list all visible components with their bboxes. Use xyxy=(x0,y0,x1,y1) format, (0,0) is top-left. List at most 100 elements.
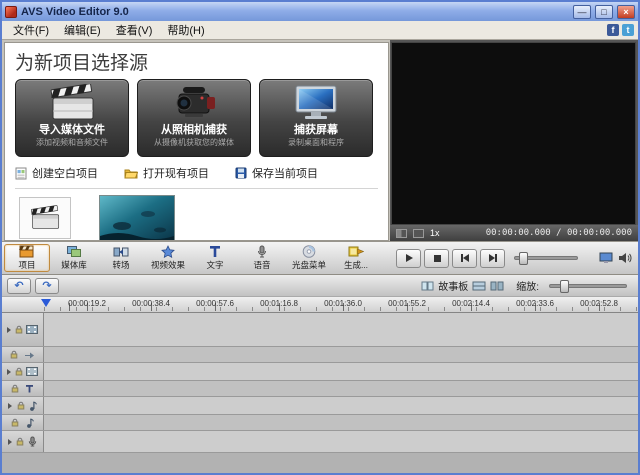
toolbar-button-label: 项目 xyxy=(18,259,35,271)
disc-menu-icon xyxy=(302,245,316,258)
music-track xyxy=(2,415,638,431)
previous-frame-icon xyxy=(460,253,470,263)
speaker-icon[interactable] xyxy=(618,252,632,264)
text-track-header[interactable] xyxy=(2,381,44,396)
audio-track-lane[interactable] xyxy=(44,397,638,414)
close-button[interactable]: × xyxy=(617,5,635,19)
expand-arrow-icon[interactable] xyxy=(7,327,11,333)
camcorder-icon xyxy=(171,82,217,124)
play-button[interactable] xyxy=(396,249,421,268)
storyboard-label: 故事板 xyxy=(438,278,468,293)
menu-edit[interactable]: 编辑(E) xyxy=(57,21,108,39)
video-track-header[interactable] xyxy=(2,313,44,346)
next-frame-button[interactable] xyxy=(480,249,505,268)
previous-frame-button[interactable] xyxy=(452,249,477,268)
toolbar-media-library-button[interactable]: 媒体库 xyxy=(51,244,97,272)
zoom-slider[interactable] xyxy=(549,284,627,288)
lock-icon[interactable] xyxy=(15,367,23,376)
voice-track-header[interactable] xyxy=(2,431,44,452)
screen-divide-icon[interactable] xyxy=(396,229,407,238)
voice-icon xyxy=(257,245,267,258)
save-project-link[interactable]: 保存当前项目 xyxy=(235,165,318,181)
transition-track-lane[interactable] xyxy=(44,347,638,362)
welcome-panel: 为新项目选择源 xyxy=(4,42,389,241)
transition-track-icon xyxy=(24,351,35,359)
minimize-button[interactable]: — xyxy=(573,5,591,19)
storyboard-toggle[interactable]: 故事板 xyxy=(421,278,468,293)
preview-status-bar: 1x 00:00:00.000 / 00:00:00.000 xyxy=(390,225,638,241)
storyboard-view-icon[interactable] xyxy=(490,281,504,291)
expand-arrow-icon[interactable] xyxy=(8,439,12,445)
fullscreen-icon[interactable] xyxy=(599,252,613,264)
lock-icon[interactable] xyxy=(10,350,18,359)
title-bar: AVS Video Editor 9.0 — □ × xyxy=(2,2,638,21)
play-icon xyxy=(404,253,414,263)
toolbar-button-label: 转场 xyxy=(112,259,129,271)
capture-screen-button[interactable]: 捕获屏幕 录制桌面和程序 xyxy=(259,79,373,157)
transition-track xyxy=(2,347,638,363)
timeline-view-icon[interactable] xyxy=(472,281,486,291)
maximize-button[interactable]: □ xyxy=(595,5,613,19)
seek-slider[interactable] xyxy=(514,256,578,260)
menu-file[interactable]: 文件(F) xyxy=(6,21,56,39)
timeline-ruler[interactable]: 00:00:19.2 00:00:38.4 00:00:57.6 00:01:1… xyxy=(2,296,638,313)
stop-button[interactable] xyxy=(424,249,449,268)
lock-icon[interactable] xyxy=(11,418,19,427)
quick-link-label: 创建空白项目 xyxy=(32,165,98,181)
toolbar-text-button[interactable]: 文字 xyxy=(192,244,238,272)
produce-icon xyxy=(348,245,364,258)
timeline-empty-area[interactable] xyxy=(2,453,638,473)
expand-arrow-icon[interactable] xyxy=(7,369,11,375)
toolbar-transitions-button[interactable]: 转场 xyxy=(98,244,144,272)
toolbar-produce-button[interactable]: 生成... xyxy=(333,244,379,272)
undo-button[interactable]: ↶ xyxy=(7,278,31,294)
playback-speed: 1x xyxy=(430,228,440,238)
source-sublabel: 录制桌面和程序 xyxy=(288,137,344,148)
toolbar-button-label: 视频效果 xyxy=(151,259,185,271)
text-track-icon xyxy=(25,384,34,393)
video-track-lane[interactable] xyxy=(44,313,638,346)
text-track xyxy=(2,381,638,397)
video-overlay-track-header[interactable] xyxy=(2,363,44,380)
lock-icon[interactable] xyxy=(15,325,23,334)
toolbar-button-label: 生成... xyxy=(344,259,368,271)
transition-track-header[interactable] xyxy=(2,347,44,362)
recent-projects: 当前项目 xyxy=(15,195,378,241)
music-track-lane[interactable] xyxy=(44,415,638,430)
lock-icon[interactable] xyxy=(16,437,24,446)
music-track-header[interactable] xyxy=(2,415,44,430)
facebook-icon[interactable]: f xyxy=(607,24,619,36)
storyboard-icon xyxy=(421,281,434,291)
current-project-item[interactable]: 当前项目 xyxy=(19,197,71,241)
audio-track-icon xyxy=(29,401,37,411)
menu-view[interactable]: 查看(V) xyxy=(109,21,160,39)
menu-help[interactable]: 帮助(H) xyxy=(160,21,211,39)
screen-size-icon[interactable] xyxy=(413,229,424,238)
lock-icon[interactable] xyxy=(11,384,19,393)
redo-button[interactable]: ↷ xyxy=(35,278,59,294)
video-overlay-track-lane[interactable] xyxy=(44,363,638,380)
capture-camera-button[interactable]: 从照相机捕获 从摄像机获取您的媒体 xyxy=(137,79,251,157)
playhead-marker[interactable] xyxy=(41,299,51,312)
sample-project-item[interactable]: Sample Project xyxy=(99,195,175,241)
quick-link-label: 保存当前项目 xyxy=(252,165,318,181)
seek-slider-handle[interactable] xyxy=(519,252,528,265)
twitter-icon[interactable]: t xyxy=(622,24,634,36)
zoom-slider-handle[interactable] xyxy=(560,280,569,293)
toolbar-project-button[interactable]: 项目 xyxy=(4,244,50,272)
menu-bar: 文件(F) 编辑(E) 查看(V) 帮助(H) f t xyxy=(2,21,638,40)
expand-arrow-icon[interactable] xyxy=(8,403,12,409)
audio-track-header[interactable] xyxy=(2,397,44,414)
toolbar-video-effects-button[interactable]: 视频效果 xyxy=(145,244,191,272)
window-title: AVS Video Editor 9.0 xyxy=(21,6,569,18)
video-track xyxy=(2,313,638,347)
clapperboard-icon xyxy=(49,82,95,124)
text-track-lane[interactable] xyxy=(44,381,638,396)
lock-icon[interactable] xyxy=(17,401,25,410)
new-project-link[interactable]: 创建空白项目 xyxy=(15,165,98,181)
voice-track-lane[interactable] xyxy=(44,431,638,452)
toolbar-voice-button[interactable]: 语音 xyxy=(239,244,285,272)
open-project-link[interactable]: 打开现有项目 xyxy=(124,165,209,181)
toolbar-disc-menu-button[interactable]: 光盘菜单 xyxy=(286,244,332,272)
import-media-button[interactable]: 导入媒体文件 添加视频和音频文件 xyxy=(15,79,129,157)
